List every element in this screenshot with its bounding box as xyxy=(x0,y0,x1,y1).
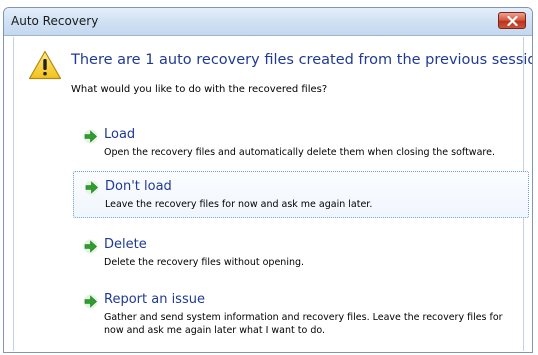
green-arrow-icon xyxy=(83,129,98,144)
warning-icon xyxy=(28,50,62,80)
option-load-title: Load xyxy=(104,127,136,142)
dialog-content: There are 1 auto recovery files created … xyxy=(13,37,532,351)
main-instruction: There are 1 auto recovery files created … xyxy=(71,52,533,68)
option-report-issue[interactable]: Report an issue Gather and send system i… xyxy=(73,287,529,341)
option-load[interactable]: Load Open the recovery files and automat… xyxy=(73,122,529,162)
title-bar[interactable]: Auto Recovery xyxy=(4,8,532,36)
option-dont-load[interactable]: Don't load Leave the recovery files for … xyxy=(73,171,529,218)
option-delete[interactable]: Delete Delete the recovery files without… xyxy=(73,232,529,272)
close-button[interactable] xyxy=(498,12,526,29)
auto-recovery-dialog: Auto Recovery There are 1 auto recovery … xyxy=(3,7,533,353)
green-arrow-icon xyxy=(83,294,98,309)
option-delete-description: Delete the recovery files without openin… xyxy=(104,257,305,268)
window-title: Auto Recovery xyxy=(11,14,99,28)
green-arrow-icon xyxy=(84,180,99,195)
option-delete-title: Delete xyxy=(104,237,147,252)
green-arrow-icon xyxy=(83,239,98,254)
option-dont-load-title: Don't load xyxy=(105,179,172,194)
option-report-issue-title: Report an issue xyxy=(104,292,205,307)
option-dont-load-description: Leave the recovery files for now and ask… xyxy=(105,199,373,210)
close-icon xyxy=(506,15,518,26)
option-report-issue-description: Gather and send system information and r… xyxy=(104,312,503,336)
sub-instruction: What would you like to do with the recov… xyxy=(71,84,328,95)
option-load-description: Open the recovery files and automaticall… xyxy=(104,147,495,158)
